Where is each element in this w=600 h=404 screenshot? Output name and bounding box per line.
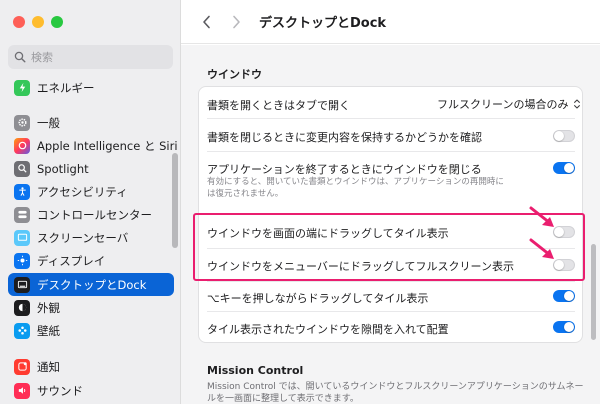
row-divider <box>207 151 575 152</box>
sidebar-item-label: 一般 <box>37 115 60 130</box>
sidebar-item-spotlight[interactable]: Spotlight <box>8 157 174 180</box>
sidebar-item-display[interactable]: ディスプレイ <box>8 249 174 272</box>
sidebar-scrollbar[interactable] <box>172 153 178 248</box>
zoom-window-button[interactable] <box>51 16 63 28</box>
open-in-tabs-select[interactable]: フルスクリーンの場合のみ <box>437 96 582 112</box>
row-label-tiled-margins: タイル表示されたウインドウを隙間を入れて配置 <box>207 323 449 336</box>
search-input[interactable] <box>31 50 161 64</box>
notifications-icon <box>14 358 30 375</box>
wallpaper-icon <box>14 322 30 339</box>
sidebar-item-label: 壁紙 <box>37 323 60 338</box>
section-title-window: ウインドウ <box>207 68 262 81</box>
window-controls <box>13 16 63 28</box>
arrow-annotation-icon <box>529 206 554 227</box>
gear-icon <box>14 114 30 131</box>
mission-control-description: Mission Control では、開いているウインドウとフルスクリーンアプリ… <box>207 382 584 404</box>
sidebar-item-energy[interactable]: エネルギー <box>8 76 174 99</box>
select-value: フルスクリーンの場合のみ <box>437 98 569 111</box>
spotlight-icon <box>14 160 30 177</box>
sidebar-item-screensaver[interactable]: スクリーンセーバ <box>8 226 174 249</box>
toolbar: デスクトップとDock <box>181 0 600 44</box>
page-title: デスクトップとDock <box>259 16 387 31</box>
row-label-close-windows-on-quit: アプリケーションを終了するときにウインドウを閉じる <box>207 163 482 176</box>
close-windows-on-quit-toggle[interactable] <box>553 162 575 174</box>
sidebar-item-wallpaper[interactable]: 壁紙 <box>8 319 174 342</box>
sidebar-item-accessibility[interactable]: アクセシビリティ <box>8 180 174 203</box>
chevron-updown-icon <box>572 97 582 111</box>
sidebar-item-label: ディスプレイ <box>37 253 106 268</box>
siri-icon <box>14 137 30 154</box>
sidebar-item-control-center[interactable]: コントロールセンター <box>8 203 174 226</box>
screensaver-icon <box>14 229 30 246</box>
sidebar-item-apple-intelligence[interactable]: Apple Intelligence と Siri <box>8 134 178 157</box>
forward-button[interactable] <box>225 11 247 33</box>
sidebar-item-general[interactable]: 一般 <box>8 111 174 134</box>
ask-keep-changes-toggle[interactable] <box>553 130 575 142</box>
control-center-icon <box>14 206 30 223</box>
sidebar-item-label: Spotlight <box>37 161 89 176</box>
tiled-margins-toggle[interactable] <box>553 321 575 333</box>
sidebar-item-sound[interactable]: サウンド <box>8 379 174 402</box>
sidebar-item-notifications[interactable]: 通知 <box>8 355 174 378</box>
close-window-button[interactable] <box>13 16 25 28</box>
row-label-option-drag-tile: ⌥キーを押しながらドラッグしてタイル表示 <box>207 292 429 305</box>
sidebar-item-label: Apple Intelligence と Siri <box>37 138 178 153</box>
sidebar-item-label: アクセシビリティ <box>37 184 128 199</box>
search-icon <box>14 51 26 63</box>
sidebar: エネルギー 一般 Apple Intelligence と Siri <box>0 0 181 404</box>
main-scrollbar[interactable] <box>591 244 596 340</box>
row-label-open-in-tabs: 書類を開くときはタブで開く <box>207 99 350 112</box>
dock-icon <box>14 276 30 293</box>
sidebar-item-label: コントロールセンター <box>37 207 152 222</box>
highlight-box <box>193 213 585 281</box>
option-drag-tile-toggle[interactable] <box>553 290 575 302</box>
minimize-window-button[interactable] <box>32 16 44 28</box>
search-field[interactable] <box>8 45 173 69</box>
appearance-icon <box>14 299 30 316</box>
row-divider <box>207 281 575 282</box>
sidebar-item-label: デスクトップとDock <box>37 277 147 292</box>
section-title-mission-control: Mission Control <box>207 364 304 377</box>
energy-icon <box>14 79 30 96</box>
sound-icon <box>14 382 30 399</box>
chevron-right-icon <box>232 15 240 28</box>
sidebar-item-desktop-dock[interactable]: デスクトップとDock <box>8 273 174 296</box>
accessibility-icon <box>14 183 30 200</box>
sidebar-item-label: 外観 <box>37 300 60 315</box>
sidebar-item-appearance[interactable]: 外観 <box>8 296 174 319</box>
back-button[interactable] <box>195 11 217 33</box>
sidebar-item-label: エネルギー <box>37 80 95 95</box>
chevron-left-icon <box>202 15 210 28</box>
close-windows-description: 有効にすると、開いていた書類とウインドウは、アプリケーションの再開時には復元され… <box>207 177 504 199</box>
arrow-annotation-icon <box>529 238 554 259</box>
row-divider <box>207 118 575 119</box>
row-divider <box>207 311 575 312</box>
sidebar-item-label: サウンド <box>37 383 83 398</box>
row-label-ask-keep-changes: 書類を閉じるときに変更内容を保持するかどうかを確認 <box>207 131 482 144</box>
sidebar-item-label: 通知 <box>37 359 60 374</box>
display-icon <box>14 252 30 269</box>
settings-window: エネルギー 一般 Apple Intelligence と Siri <box>0 0 600 404</box>
sidebar-item-label: スクリーンセーバ <box>37 230 129 245</box>
